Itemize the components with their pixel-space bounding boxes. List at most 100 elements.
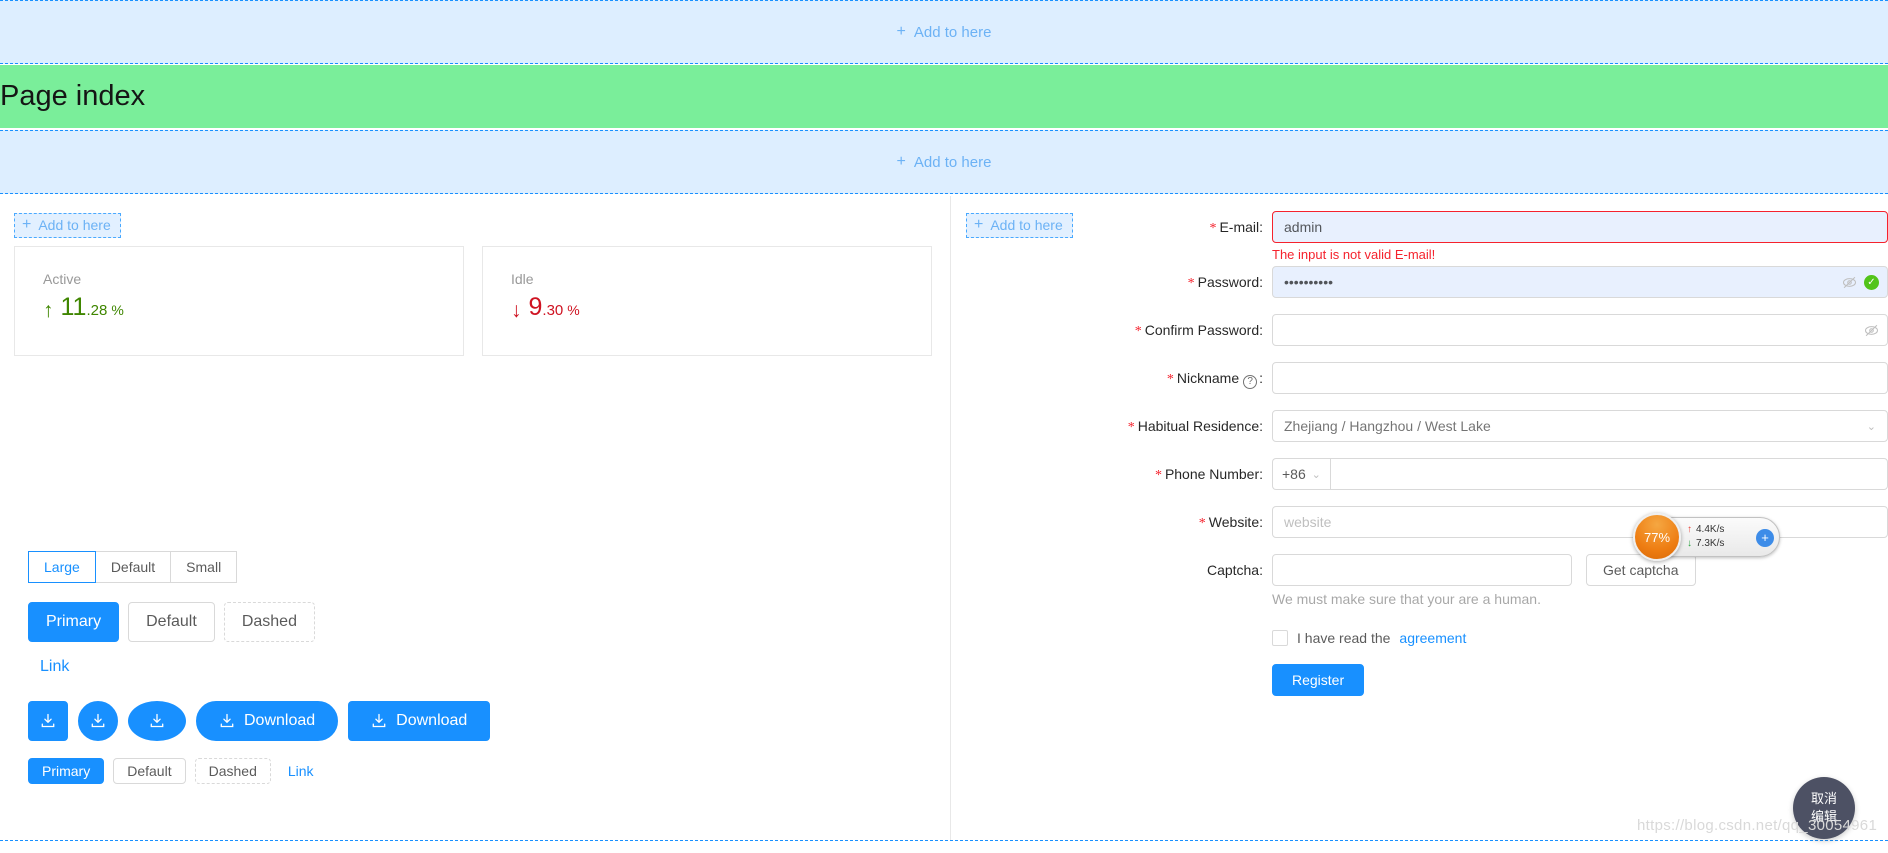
eye-invisible-icon[interactable] xyxy=(1864,323,1879,338)
cancel-edit-fab[interactable]: 取消 编辑 xyxy=(1793,777,1855,839)
page-root: + Add to here Page index + Add to here +… xyxy=(0,0,1888,853)
download-button-pill-label: Download xyxy=(244,712,316,729)
nickname-control xyxy=(1272,362,1888,394)
confirm-password-input[interactable] xyxy=(1272,314,1888,346)
size-option-default[interactable]: Default xyxy=(94,551,172,583)
download-button-rect[interactable]: Download xyxy=(348,701,491,741)
download-icon-button-square[interactable] xyxy=(28,701,68,741)
form-row-phone: * Phone Number: +86 ⌄ xyxy=(966,458,1888,492)
primary-button-large[interactable]: Primary xyxy=(28,602,120,642)
required-marker: * xyxy=(1154,468,1162,483)
agreement-control: I have read the agreement xyxy=(1272,630,1888,646)
link-button-small[interactable]: Link xyxy=(280,763,322,779)
email-label: * E-mail: xyxy=(1209,219,1263,236)
download-icon xyxy=(91,713,105,728)
required-marker: * xyxy=(1187,276,1195,291)
statistic-title: Active xyxy=(43,271,82,287)
cpu-usage-percent: 77% xyxy=(1643,529,1671,545)
arrow-up-icon: ↑ xyxy=(43,299,54,322)
required-marker: * xyxy=(1198,516,1206,531)
cancel-edit-line1: 取消 xyxy=(1810,791,1837,806)
default-button-small[interactable]: Default xyxy=(113,758,186,784)
primary-button-small[interactable]: Primary xyxy=(28,758,105,784)
dropzone-top[interactable]: + Add to here xyxy=(0,0,1888,64)
statistic-suffix: % xyxy=(567,302,580,318)
dropzone-bottom-border xyxy=(0,840,1888,841)
size-option-small[interactable]: Small xyxy=(170,551,238,583)
nickname-input[interactable] xyxy=(1272,362,1888,394)
statistic-integer: 9 xyxy=(528,293,543,321)
phone-control: +86 ⌄ xyxy=(1272,458,1888,490)
get-captcha-button[interactable]: Get captcha xyxy=(1586,554,1696,586)
download-icon xyxy=(220,713,234,728)
captcha-label: Captcha: xyxy=(1206,562,1263,578)
dashed-button-large[interactable]: Dashed xyxy=(223,602,315,642)
arrow-down-icon: ↓ xyxy=(511,299,522,322)
agreement-link[interactable]: agreement xyxy=(1399,630,1466,646)
captcha-help-text: We must make sure that your are a human. xyxy=(1272,591,1541,607)
email-input[interactable] xyxy=(1272,211,1888,243)
network-speed-widget[interactable]: 77% ↑ 4.4K/s ↓ 7.3K/s + xyxy=(1633,513,1780,561)
submit-control: Register xyxy=(1272,664,1888,696)
required-marker: * xyxy=(1134,324,1142,339)
expand-plus-icon[interactable]: + xyxy=(1756,529,1774,547)
password-label-text: Password xyxy=(1197,274,1260,290)
statistic-card-active: Active ↑ 11 .28 % xyxy=(14,246,464,356)
website-label-text: Website xyxy=(1208,514,1260,530)
download-button-pill[interactable]: Download xyxy=(196,701,339,741)
upload-speed-value: 4.4K/s xyxy=(1696,524,1725,535)
size-option-large[interactable]: Large xyxy=(28,551,96,583)
required-marker: * xyxy=(1166,372,1174,387)
phone-label-text: Phone Number xyxy=(1164,466,1260,482)
cpu-usage-ball[interactable]: 77% xyxy=(1633,513,1681,561)
download-icon-button-circle[interactable] xyxy=(78,701,118,741)
dropzone-middle[interactable]: + Add to here xyxy=(0,130,1888,194)
confirm-password-suffix xyxy=(1864,314,1879,346)
download-speed-row: ↓ 7.3K/s xyxy=(1687,537,1724,551)
agreement-checkbox[interactable] xyxy=(1272,630,1288,646)
email-error-message: The input is not valid E-mail! xyxy=(1272,247,1436,262)
phone-input[interactable] xyxy=(1329,458,1888,490)
statistic-value: ↑ 11 .28 % xyxy=(43,293,435,322)
button-size-group: Large Default Small xyxy=(28,551,238,583)
default-button-large[interactable]: Default xyxy=(128,602,215,642)
plus-icon: + xyxy=(896,23,906,40)
statistic-card-idle: Idle ↓ 9 .30 % xyxy=(482,246,932,356)
form-row-agreement: I have read the agreement xyxy=(966,630,1888,646)
phone-country-code-select[interactable]: +86 ⌄ xyxy=(1272,458,1330,490)
password-input[interactable] xyxy=(1272,266,1888,298)
password-suffix: ✓ xyxy=(1842,266,1879,298)
residence-label: * Habitual Residence: xyxy=(1127,418,1263,435)
password-control: ✓ xyxy=(1272,266,1888,298)
download-icon-button-round[interactable] xyxy=(128,701,186,741)
check-circle-icon: ✓ xyxy=(1864,274,1879,290)
add-to-here-top[interactable]: + Add to here xyxy=(897,24,992,41)
download-button-row: Download Download xyxy=(28,701,491,741)
captcha-input-group: Get captcha xyxy=(1272,554,1888,586)
eye-invisible-icon[interactable] xyxy=(1842,275,1857,290)
nickname-label-text: Nickname xyxy=(1176,370,1240,386)
residence-value: Zhejiang / Hangzhou / West Lake xyxy=(1284,418,1491,434)
captcha-input[interactable] xyxy=(1272,554,1572,586)
question-circle-icon[interactable]: ? xyxy=(1243,375,1258,389)
nickname-label: * Nickname?: xyxy=(1166,370,1263,389)
add-to-here-left-chip[interactable]: + Add to here xyxy=(14,213,121,238)
phone-country-code-value: +86 xyxy=(1282,466,1306,482)
dashed-button-small[interactable]: Dashed xyxy=(194,758,271,784)
form-row-nickname: * Nickname?: xyxy=(966,362,1888,396)
add-to-here-left-label: Add to here xyxy=(38,217,111,233)
add-to-here-middle[interactable]: + Add to here xyxy=(897,154,992,171)
confirm-password-label-text: Confirm Password xyxy=(1144,322,1260,338)
link-button-large[interactable]: Link xyxy=(40,658,69,676)
residence-label-text: Habitual Residence xyxy=(1137,418,1260,434)
residence-cascader[interactable]: Zhejiang / Hangzhou / West Lake ⌄ xyxy=(1272,410,1888,442)
download-icon xyxy=(150,713,164,728)
statistic-integer: 11 xyxy=(60,293,87,321)
register-button[interactable]: Register xyxy=(1272,664,1365,696)
form-row-email: *E-mail: The input is not valid E-mail! xyxy=(966,211,1888,266)
upload-arrow-icon: ↑ xyxy=(1687,524,1692,535)
statistic-decimal: .30 xyxy=(542,302,564,319)
small-button-row: Primary Default Dashed Link xyxy=(28,758,322,784)
website-input[interactable] xyxy=(1272,506,1888,538)
email-label-text: E-mail xyxy=(1219,219,1260,235)
